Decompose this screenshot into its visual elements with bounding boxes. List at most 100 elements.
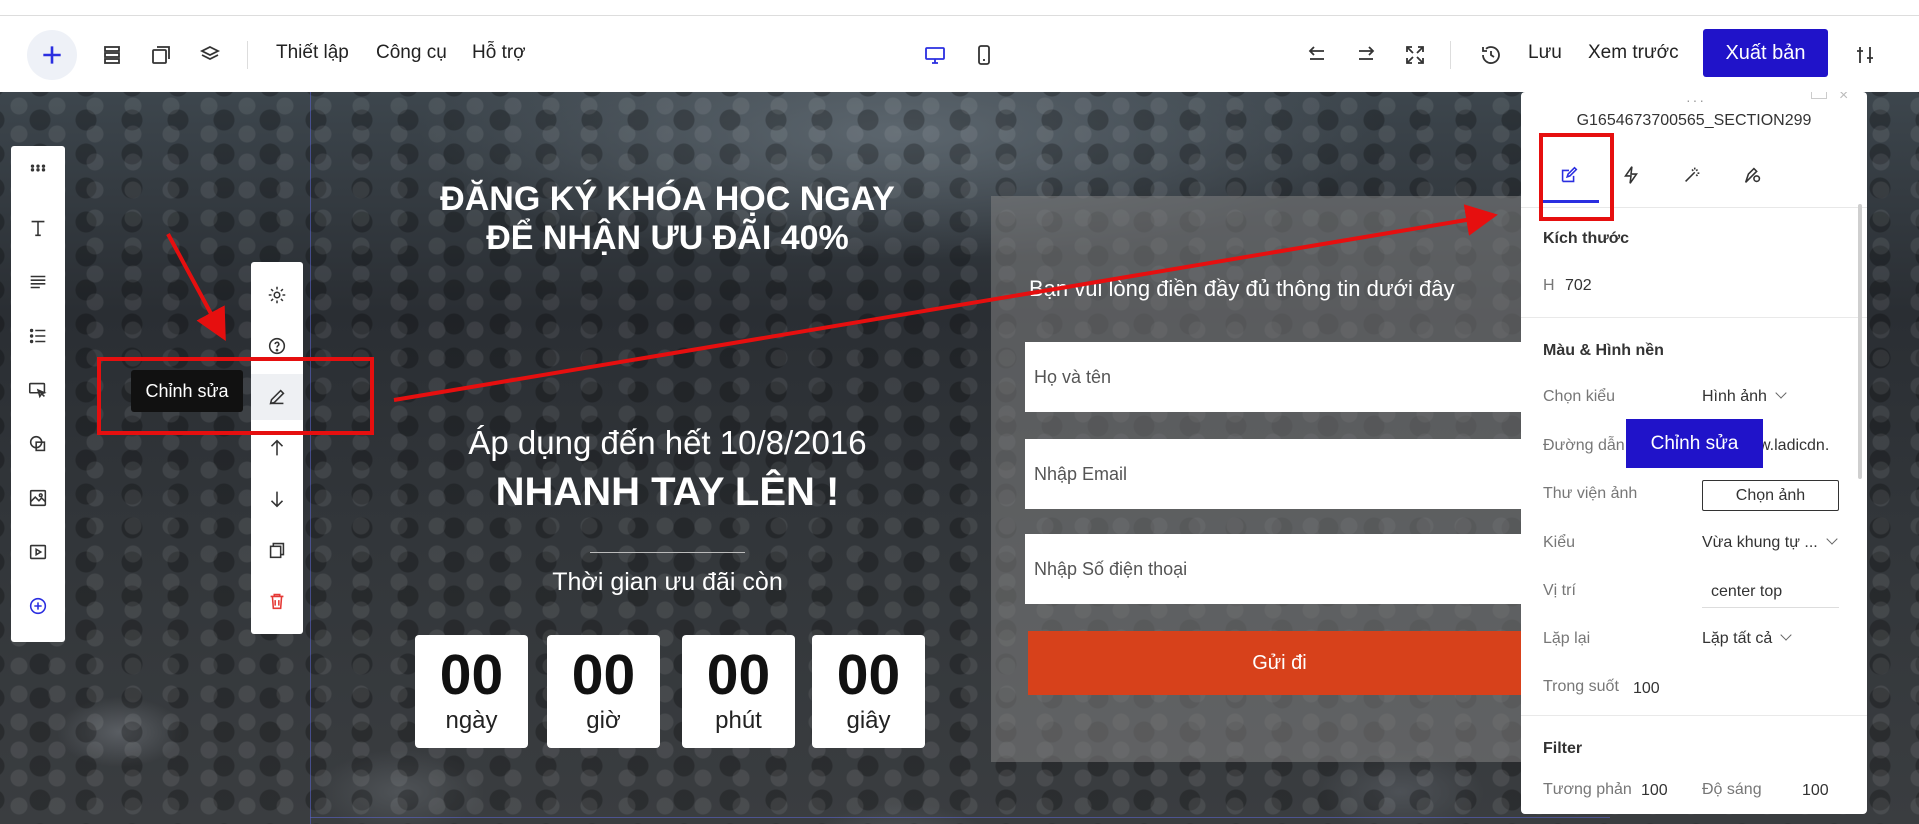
sections-button[interactable] [100,43,124,67]
countdown-value: 00 [571,643,636,707]
question-icon [268,337,286,355]
countdown-title[interactable]: Thời gian ưu đãi còn [410,568,925,597]
headline-line-1: ĐĂNG KÝ KHÓA HỌC NGAY [440,180,895,218]
menu-setup[interactable]: Thiết lập [276,42,349,64]
more-elements-button[interactable] [11,586,65,626]
preview-button[interactable]: Xem trước [1588,42,1679,64]
duplicate-button[interactable] [251,527,303,573]
section-guide-line [310,92,311,824]
hero-headline[interactable]: ĐĂNG KÝ KHÓA HỌC NGAY ĐỂ NHẬN ƯU ĐÃI 40% [410,180,925,258]
form-title[interactable]: Bạn vui lòng điền đầy đủ thông tin dưới … [1029,276,1454,302]
opacity-input[interactable]: 100 [1633,680,1660,698]
signup-form[interactable]: Bạn vui lòng điền đầy đủ thông tin dưới … [991,196,1531,762]
position-input[interactable]: center top [1702,577,1839,608]
type-label: Chọn kiểu [1543,388,1616,405]
section-settings-button[interactable] [251,272,303,318]
brightness-input[interactable]: 100 [1802,782,1829,800]
shape-tool[interactable] [11,424,65,464]
countdown-minutes[interactable]: 00 phút [682,635,795,748]
gear-icon [268,286,286,304]
menu-support[interactable]: Hỗ trợ [472,42,526,64]
hero-divider [590,552,745,553]
mobile-view-button[interactable] [972,43,996,67]
type-select[interactable]: Hình ảnh [1702,387,1787,406]
hurry-text[interactable]: NHANH TAY LÊN ! [410,470,925,515]
countdown-value: 00 [836,643,901,707]
history-button[interactable] [1479,43,1503,67]
fullscreen-button[interactable] [1403,43,1427,67]
tab-advanced[interactable] [1725,153,1781,197]
email-field[interactable]: Nhập Email [1025,439,1531,509]
name-field[interactable]: Họ và tên [1025,342,1531,412]
minimize-icon[interactable] [1811,92,1827,99]
shapes-icon [29,435,46,452]
contrast-label: Tương phản [1543,781,1632,798]
layers-button[interactable] [198,43,222,67]
publish-button[interactable]: Xuất bản [1703,29,1828,77]
drag-handle[interactable] [11,148,65,188]
plus-circle-icon [29,597,47,615]
desktop-view-button[interactable] [923,43,947,67]
annotation-highlight-box [1539,133,1614,221]
divider [1450,41,1451,69]
settings-sliders-button[interactable] [1853,43,1877,67]
popups-button[interactable] [149,43,173,67]
image-tool[interactable] [11,478,65,518]
button-tool[interactable] [11,370,65,410]
countdown-days[interactable]: 00 ngày [415,635,528,748]
phone-field[interactable]: Nhập Số điện thoại [1025,534,1531,604]
countdown-seconds[interactable]: 00 giây [812,635,925,748]
pen-gear-icon [1744,167,1761,183]
submit-button[interactable]: Gửi đi [1028,631,1531,695]
headline-line-2: ĐỂ NHẬN ƯU ĐÃI 40% [486,219,849,257]
plus-icon [43,46,61,64]
cursor-box-icon [28,382,47,399]
brightness-label: Độ sáng [1702,781,1762,798]
countdown-value: 00 [439,643,504,707]
sections-icon [104,46,120,64]
add-element-button[interactable] [27,30,77,80]
apply-until-text[interactable]: Áp dụng đến hết 10/8/2016 [410,424,925,462]
countdown-hours[interactable]: 00 giờ [547,635,660,748]
filter-section-title: Filter [1543,740,1583,757]
undo-button[interactable] [1305,43,1329,67]
list-tool[interactable] [11,316,65,356]
redo-button[interactable] [1354,43,1378,67]
windows-icon [152,46,170,64]
edit-image-overlay-button[interactable]: Chỉnh sửa [1626,419,1763,468]
magic-wand-icon [1685,167,1700,182]
panel-scrollbar[interactable] [1858,204,1862,479]
style-label: Kiểu [1543,534,1576,551]
video-tool[interactable] [11,532,65,572]
chevron-down-icon [1780,629,1792,641]
height-input[interactable]: 702 [1565,277,1592,295]
undo-icon [1308,46,1324,60]
path-label: Đường dẫn [1543,437,1625,454]
style-select[interactable]: Vừa khung tự ... [1702,533,1838,552]
close-icon[interactable]: × [1839,92,1848,104]
paragraph-tool[interactable] [11,262,65,302]
countdown-label: giây [846,707,891,734]
save-button[interactable]: Lưu [1528,42,1562,64]
paragraph-icon [30,275,46,289]
window-top-strip [0,0,1919,16]
size-section-title: Kích thước [1543,230,1630,247]
contrast-input[interactable]: 100 [1641,782,1668,800]
repeat-select[interactable]: Lặp tất cả [1702,629,1792,648]
choose-image-button[interactable]: Chọn ảnh [1702,480,1839,511]
move-down-button[interactable] [251,476,303,522]
annotation-highlight-box [97,357,374,435]
lightning-icon [1624,166,1638,184]
history-icon [1482,46,1500,64]
text-tool[interactable] [11,208,65,248]
drag-dots-icon[interactable]: ··· [1686,92,1706,108]
desktop-icon [925,47,945,64]
path-input[interactable]: w.ladicdn. [1759,437,1829,455]
countdown-label: phút [715,707,762,734]
editor-toolbar: Thiết lập Công cụ Hỗ trợ Lưu Xem trước X… [0,16,1919,92]
delete-button[interactable] [251,578,303,624]
tab-effects[interactable] [1664,153,1720,197]
menu-tools[interactable]: Công cụ [376,42,447,64]
repeat-label: Lặp lại [1543,630,1591,647]
image-icon [29,489,47,507]
